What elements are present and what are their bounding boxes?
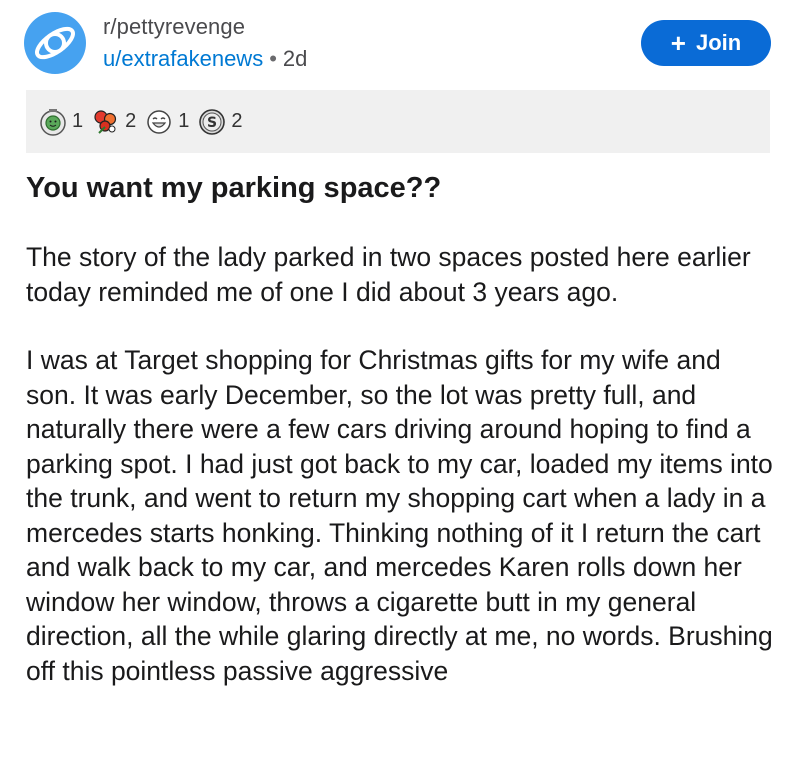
author-link[interactable]: u/extrafakenews [103,46,263,71]
award-count: 1 [72,110,84,132]
award-laughing[interactable]: 1 [144,107,189,137]
post-age: 2d [282,46,308,71]
award-count: 2 [125,110,137,132]
plus-icon: + [670,28,686,58]
bouquet-award-icon [94,109,117,134]
award-bouquet[interactable]: 2 [91,107,136,137]
join-button[interactable]: + Join [641,20,771,66]
join-label: Join [695,30,742,55]
body-paragraph: The story of the lady parked in two spac… [26,242,751,307]
post-body: The story of the lady parked in two spac… [26,240,778,722]
subreddit-avatar[interactable] [24,12,86,74]
award-wholesome[interactable]: 1 [38,107,83,137]
svg-text:S: S [207,115,217,131]
post-meta: u/extrafakenews • 2d [103,46,307,72]
awards-bar[interactable]: 1 2 1 S 2 [26,90,770,153]
body-paragraph: I was at Target shopping for Christmas g… [26,345,773,686]
planet-icon [35,26,75,60]
post-title[interactable]: You want my parking space?? [26,168,774,208]
award-silver[interactable]: S 2 [197,107,243,137]
laughing-award-icon [147,109,171,134]
silver-award-icon: S [199,108,226,135]
subreddit-name[interactable]: r/pettyrevenge [103,14,245,40]
award-count: 2 [231,110,243,132]
wholesome-award-icon [40,108,66,136]
award-count: 1 [178,110,190,132]
post-header: r/pettyrevenge u/extrafakenews • 2d + Join [0,0,800,90]
meta-separator: • [269,46,277,71]
